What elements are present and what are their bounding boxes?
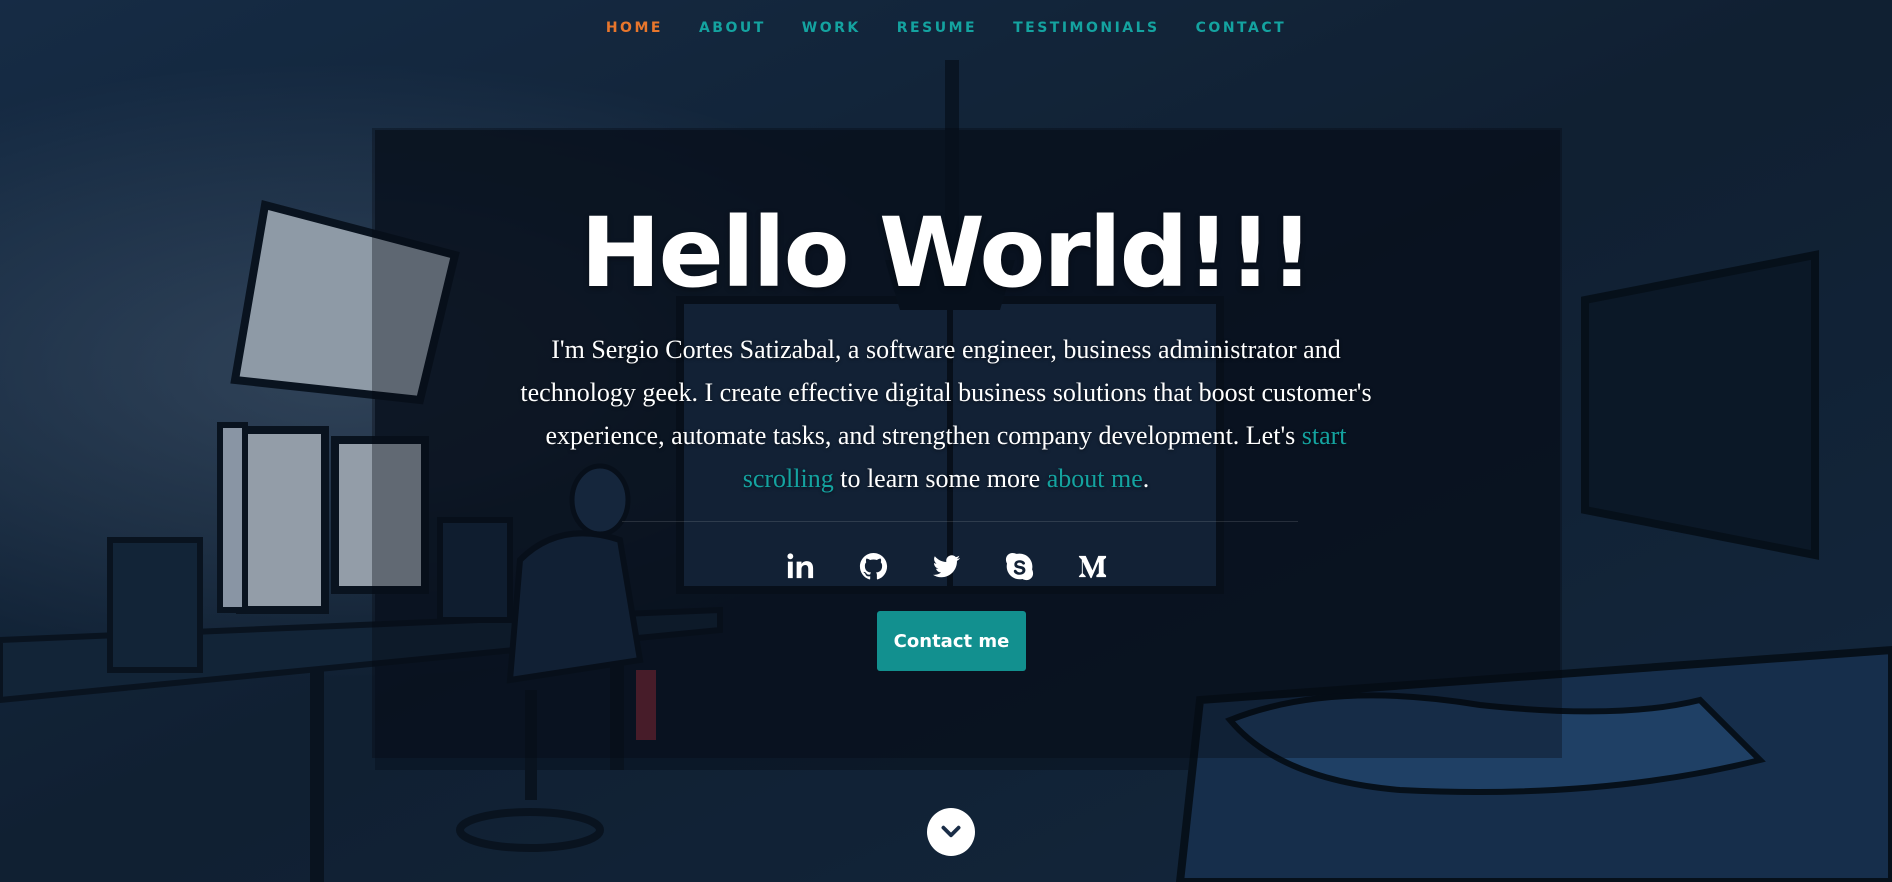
social-links [0, 550, 1892, 583]
divider [622, 521, 1298, 522]
linkedin-icon[interactable] [784, 550, 817, 583]
intro-text: I'm Sergio Cortes Satizabal, a software … [520, 335, 1372, 450]
intro-text-middle: to learn some more [833, 464, 1047, 493]
skype-icon[interactable] [1003, 550, 1036, 583]
chevron-down-icon [941, 825, 961, 838]
twitter-icon[interactable] [930, 550, 963, 583]
contact-me-button[interactable]: Contact me [877, 611, 1026, 671]
medium-icon[interactable] [1076, 550, 1109, 583]
scroll-down-button[interactable] [927, 808, 975, 856]
github-icon[interactable] [857, 550, 890, 583]
hero-title: Hello World!!! [580, 197, 1313, 309]
about-me-link[interactable]: about me [1047, 464, 1143, 493]
intro-text-end: . [1142, 464, 1150, 493]
hero-section: Hello World!!! I'm Sergio Cortes Satizab… [0, 0, 1892, 882]
hero-intro: I'm Sergio Cortes Satizabal, a software … [510, 328, 1382, 500]
